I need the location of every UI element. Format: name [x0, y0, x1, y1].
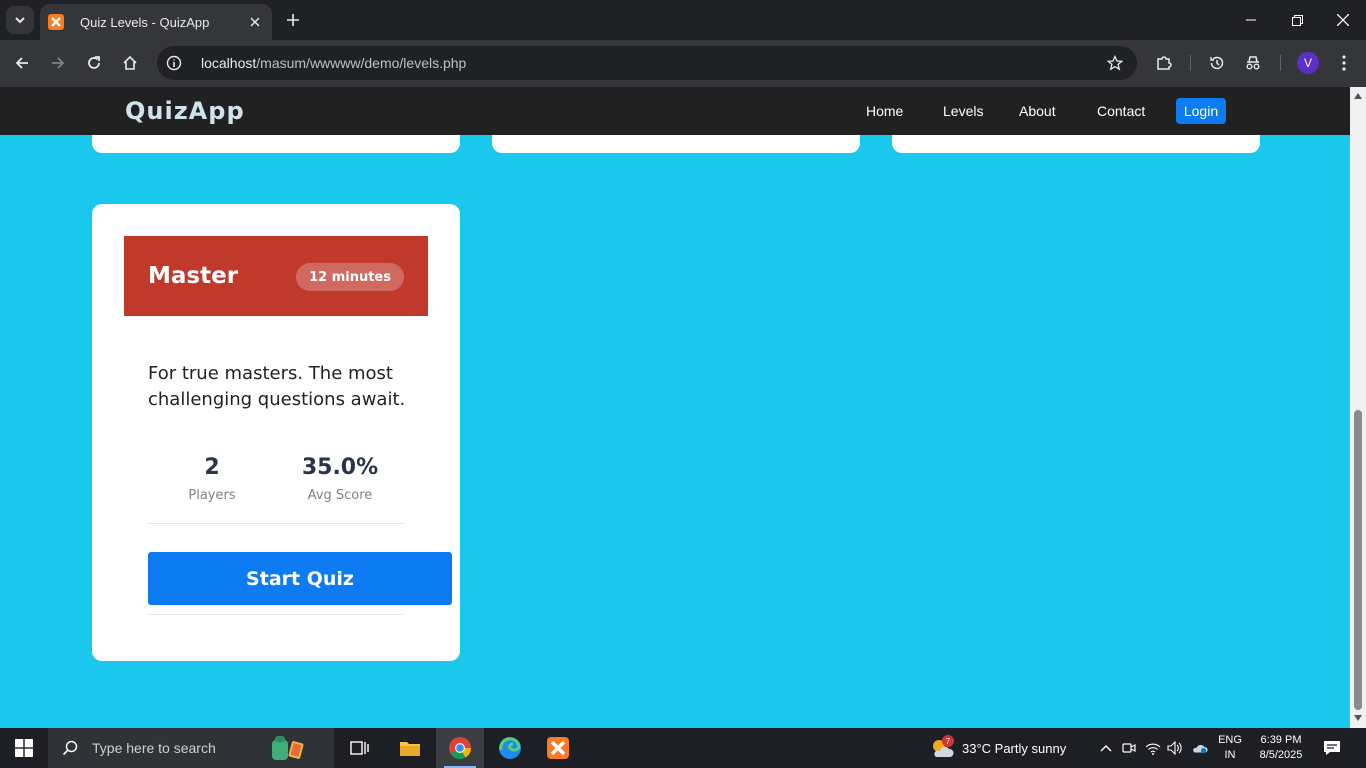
site-navbar: QuizApp Home Levels About Contact Login [0, 87, 1350, 135]
level-description: For true masters. The most challenging q… [148, 363, 406, 410]
level-card-master: Master 12 minutes For true masters. The … [92, 204, 460, 661]
scrollbar-thumb[interactable] [1354, 410, 1362, 710]
meet-now-camera-icon[interactable] [1121, 740, 1137, 756]
windows-start-icon[interactable] [0, 728, 48, 768]
close-tab-icon[interactable] [246, 13, 264, 31]
onedrive-sync-icon[interactable] [1192, 740, 1208, 756]
stat-value: 2 [204, 455, 220, 480]
notifications-icon[interactable] [1320, 738, 1344, 758]
extensions-puzzle-icon[interactable] [1149, 48, 1179, 78]
page-scrollbar[interactable] [1350, 87, 1366, 728]
url-host: localhost [201, 55, 257, 71]
address-bar[interactable]: localhost/masum/wwwww/demo/levels.php [157, 46, 1137, 80]
clock-time: 6:39 PM [1260, 734, 1302, 746]
stats-divider-top [148, 523, 404, 524]
forward-arrow-icon[interactable] [43, 48, 73, 78]
weather-text: 33°C Partly sunny [962, 740, 1067, 756]
browser-tab-strip: Quiz Levels - QuizApp [0, 0, 1366, 40]
scroll-down-arrow-icon[interactable] [1353, 713, 1363, 723]
nav-home-link[interactable]: Home [866, 103, 903, 119]
toolbar-divider [1190, 55, 1191, 71]
level-card-header: Master 12 minutes [124, 236, 428, 316]
lang-code: ENG [1218, 734, 1242, 746]
stat-avg-score: 35.0% Avg Score [276, 455, 404, 503]
xampp-favicon-icon [48, 14, 64, 30]
url-path: /masum/wwwww/demo/levels.php [256, 55, 467, 71]
search-highlight-icon [268, 732, 308, 764]
profile-avatar[interactable]: V [1297, 52, 1319, 74]
task-view-icon[interactable] [336, 728, 384, 768]
edge-browser-icon[interactable] [486, 728, 534, 768]
new-tab-plus-icon[interactable] [282, 8, 304, 32]
volume-speaker-icon[interactable] [1167, 740, 1183, 756]
nav-levels-link[interactable]: Levels [943, 103, 983, 119]
close-window-icon[interactable] [1320, 0, 1366, 40]
back-arrow-icon[interactable] [7, 48, 37, 78]
weather-badge: 7 [942, 735, 954, 747]
bookmark-star-icon[interactable] [1105, 53, 1125, 73]
nav-contact-link[interactable]: Contact [1097, 103, 1145, 119]
stats-divider-bottom [148, 614, 404, 615]
file-explorer-icon[interactable] [386, 728, 434, 768]
network-wifi-icon[interactable] [1145, 740, 1161, 756]
toolbar-divider [1280, 55, 1281, 71]
site-info-icon[interactable] [165, 54, 183, 72]
stat-players: 2 Players [148, 455, 276, 503]
input-language-indicator[interactable]: ENG IN [1216, 733, 1244, 763]
history-icon[interactable] [1202, 48, 1232, 78]
weather-partly-sunny-icon: 7 [930, 735, 954, 759]
home-icon[interactable] [115, 48, 145, 78]
stat-value: 35.0% [301, 455, 379, 480]
nav-about-link[interactable]: About [1019, 103, 1056, 119]
xampp-icon[interactable] [534, 728, 582, 768]
scroll-up-arrow-icon[interactable] [1353, 91, 1363, 101]
clock-date: 8/5/2025 [1259, 749, 1303, 761]
tab-search-button[interactable] [6, 6, 34, 34]
stat-label: Avg Score [307, 488, 373, 503]
taskbar-search-placeholder: Type here to search [92, 740, 216, 756]
start-quiz-button[interactable]: Start Quiz [148, 552, 452, 605]
url-text[interactable]: localhost/masum/wwwww/demo/levels.php [201, 55, 466, 71]
tab-title: Quiz Levels - QuizApp [80, 14, 210, 30]
windows-taskbar: Type here to search 7 33°C Partly sunny [0, 728, 1366, 768]
reload-icon[interactable] [79, 48, 109, 78]
lang-region: IN [1224, 749, 1236, 761]
weather-widget[interactable]: 7 33°C Partly sunny [930, 728, 1066, 768]
search-icon [62, 740, 78, 756]
stat-label: Players [188, 488, 236, 503]
duration-badge: 12 minutes [296, 263, 404, 291]
incognito-icon[interactable] [1238, 48, 1268, 78]
browser-tab-active[interactable]: Quiz Levels - QuizApp [40, 4, 272, 40]
show-hidden-icons-chevron-icon[interactable] [1098, 740, 1114, 756]
page-viewport: QuizApp Home Levels About Contact Login … [0, 87, 1350, 728]
chrome-icon[interactable] [436, 728, 484, 768]
minimize-window-icon[interactable] [1228, 0, 1274, 40]
login-button[interactable]: Login [1176, 98, 1226, 124]
restore-window-icon[interactable] [1274, 0, 1320, 40]
site-brand[interactable]: QuizApp [125, 97, 245, 125]
browser-menu-icon[interactable] [1329, 48, 1359, 78]
taskbar-search-box[interactable]: Type here to search [48, 728, 334, 768]
chevron-down-icon [14, 11, 26, 30]
system-clock[interactable]: 6:39 PM 8/5/2025 [1252, 733, 1310, 763]
level-name: Master [148, 263, 239, 289]
